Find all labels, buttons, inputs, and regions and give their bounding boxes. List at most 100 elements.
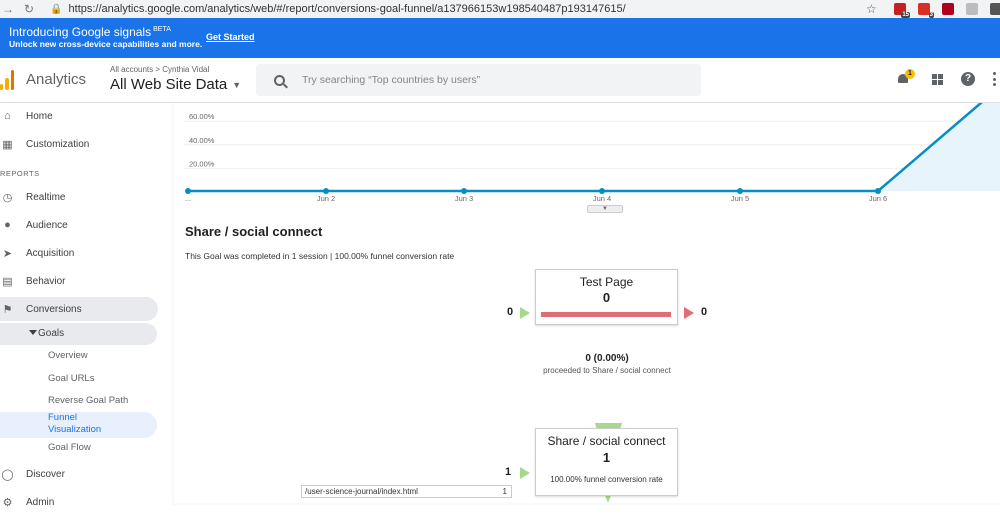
- breadcrumb[interactable]: All accounts > Cynthia Vidal: [110, 65, 209, 74]
- sidebar-item-acquisition[interactable]: ➤ Acquisition: [0, 241, 158, 265]
- x-tick-label: Jun 2: [317, 194, 335, 203]
- exits-count: 0: [701, 306, 708, 318]
- entrance-arrow-icon: [520, 307, 530, 319]
- sidebar-item-label: Realtime: [26, 191, 66, 203]
- adblock-ext-icon[interactable]: 3: [918, 3, 934, 18]
- view-selector[interactable]: All Web Site Data ▼: [110, 76, 241, 93]
- series-line: [188, 85, 1000, 193]
- sidebar: ⌂ Home ▦ Customization REPORTS ◷ Realtim…: [0, 103, 172, 509]
- entrances-count: 0: [507, 306, 514, 318]
- sidebar-subitem-goal-urls[interactable]: Goal URLs: [48, 373, 94, 384]
- flag-icon: ⚑: [2, 303, 13, 316]
- signals-banner: Introducing Google signals BETA Unlock ne…: [0, 18, 1000, 58]
- browser-toolbar: → ↻ 🔒 https://analytics.google.com/analy…: [0, 0, 1000, 18]
- app-name[interactable]: Analytics: [26, 71, 86, 88]
- main-content: 60.00% 40.00% 20.00%... Jun 2 Jun 3 Jun 4 Jun …: [172, 85, 1000, 505]
- proceeded-count: 0 (0.00%): [585, 353, 629, 364]
- x-tick-label: Jun 5: [731, 194, 749, 203]
- sidebar-item-label: Discover: [26, 468, 65, 480]
- reports-section-label: REPORTS: [0, 169, 40, 178]
- clock-icon: ◷: [2, 191, 13, 204]
- star-icon[interactable]: ☆: [866, 0, 877, 18]
- banner-title: Introducing Google signals: [9, 25, 152, 39]
- report-card: 60.00% 40.00% 20.00%... Jun 2 Jun 3 Jun 4 Jun …: [174, 85, 1000, 503]
- sidebar-item-realtime[interactable]: ◷ Realtime: [0, 185, 158, 209]
- get-started-link[interactable]: Get Started: [206, 32, 255, 42]
- line-chart: 60.00% 40.00% 20.00%... Jun 2 Jun 3 Jun 4 Jun …: [184, 85, 1000, 203]
- help-icon[interactable]: ?: [961, 72, 975, 86]
- notifications-button[interactable]: 1: [897, 69, 915, 85]
- y-tick-label: 40.00%: [189, 136, 215, 145]
- conversion-rate: 100.00% funnel conversion rate: [550, 475, 663, 484]
- exit-bar: [541, 312, 671, 317]
- x-tick-label: Jun 4: [593, 194, 611, 203]
- sidebar-item-label: Acquisition: [26, 247, 75, 259]
- y-tick-label: 20.00%: [189, 159, 215, 168]
- reload-icon[interactable]: ↻: [24, 2, 34, 16]
- sidebar-subitem-goal-flow[interactable]: Goal Flow: [48, 442, 91, 453]
- calendar-ext-icon[interactable]: 15: [894, 3, 910, 18]
- sidebar-item-label: Admin: [26, 496, 55, 508]
- sidebar-subitem-funnel-visualization[interactable]: Funnel Visualization: [48, 412, 118, 436]
- goal-entrances-count: 1: [505, 466, 512, 478]
- gear-icon: ⚙: [2, 496, 13, 509]
- sidebar-subitem-reverse-goal-path[interactable]: Reverse Goal Path: [48, 395, 128, 406]
- sidebar-item-behavior[interactable]: ▤ Behavior: [0, 269, 158, 293]
- extension-toolbar: 15 3: [894, 0, 1000, 18]
- sidebar-item-label: Audience: [26, 219, 68, 231]
- search-bar[interactable]: [256, 64, 701, 96]
- y-tick-label: 60.00%: [189, 112, 215, 121]
- conversion-chart: 60.00% 40.00% 20.00%... Jun 2 Jun 3 Jun 4 Jun …: [174, 85, 1000, 213]
- caret-down-icon: ▼: [232, 79, 242, 90]
- goal-name: Share / social connect: [547, 434, 666, 448]
- sidebar-item-audience[interactable]: ● Audience: [0, 213, 158, 237]
- back-icon[interactable]: →: [2, 2, 14, 16]
- customization-icon: ▦: [2, 138, 13, 151]
- search-icon: [274, 74, 285, 86]
- app-header: Analytics All accounts > Cynthia Vidal A…: [0, 58, 1000, 103]
- sidebar-item-label: Conversions: [26, 303, 82, 315]
- sidebar-item-discover[interactable]: ◯ Discover: [0, 462, 158, 486]
- sidebar-item-label: Behavior: [26, 275, 66, 287]
- address-bar[interactable]: https://analytics.google.com/analytics/w…: [69, 3, 626, 15]
- x-tick-label: ...: [185, 194, 191, 203]
- step-count: 0: [602, 290, 611, 305]
- bulb-icon: ◯: [1, 468, 14, 481]
- entrance-arrow-icon: [520, 467, 530, 479]
- x-tick-label: Jun 3: [455, 194, 473, 203]
- source-count: 1: [502, 487, 507, 496]
- wordpress-ext-icon[interactable]: [990, 3, 1000, 15]
- sidebar-item-label: Goals: [38, 328, 65, 339]
- sidebar-item-conversions[interactable]: ⚑ Conversions: [0, 297, 158, 321]
- k-ext-icon[interactable]: [966, 3, 978, 15]
- acquisition-icon: ➤: [2, 247, 13, 260]
- sidebar-item-home[interactable]: ⌂ Home: [0, 104, 158, 128]
- behavior-icon: ▤: [2, 275, 13, 288]
- exit-arrow-icon: [684, 307, 694, 319]
- caret-down-icon: [29, 330, 37, 335]
- proceeded-label: proceeded to Share / social connect: [543, 366, 671, 375]
- home-icon: ⌂: [4, 110, 11, 122]
- funnel-step-box[interactable]: Test Page 0: [535, 269, 678, 325]
- analytics-logo-icon[interactable]: [0, 70, 14, 90]
- view-name: All Web Site Data: [110, 76, 228, 93]
- sidebar-item-label: Home: [26, 110, 53, 122]
- apps-grid-icon[interactable]: [932, 74, 943, 85]
- lock-icon[interactable]: 🔒: [50, 4, 62, 15]
- goal-completion-box[interactable]: Share / social connect 1 100.00% funnel …: [535, 428, 678, 496]
- more-vert-icon[interactable]: [993, 72, 996, 86]
- shield-ext-icon[interactable]: [942, 3, 954, 15]
- banner-subtitle: Unlock new cross-device capabilities and…: [9, 39, 203, 49]
- sidebar-item-customization[interactable]: ▦ Customization: [0, 132, 158, 156]
- person-icon: ●: [4, 219, 11, 231]
- chart-collapse-handle[interactable]: ▼: [587, 205, 623, 213]
- entrance-source-table: /user-science-journal/index.html 1: [301, 485, 512, 498]
- series-area: [878, 86, 1000, 191]
- sidebar-subitem-overview[interactable]: Overview: [48, 350, 88, 361]
- search-input[interactable]: [302, 74, 682, 86]
- source-url[interactable]: /user-science-journal/index.html: [305, 487, 418, 496]
- sidebar-item-goals[interactable]: Goals: [0, 323, 157, 345]
- sidebar-item-admin[interactable]: ⚙ Admin: [0, 490, 158, 514]
- beta-label: BETA: [153, 26, 171, 33]
- step-name: Test Page: [579, 275, 634, 289]
